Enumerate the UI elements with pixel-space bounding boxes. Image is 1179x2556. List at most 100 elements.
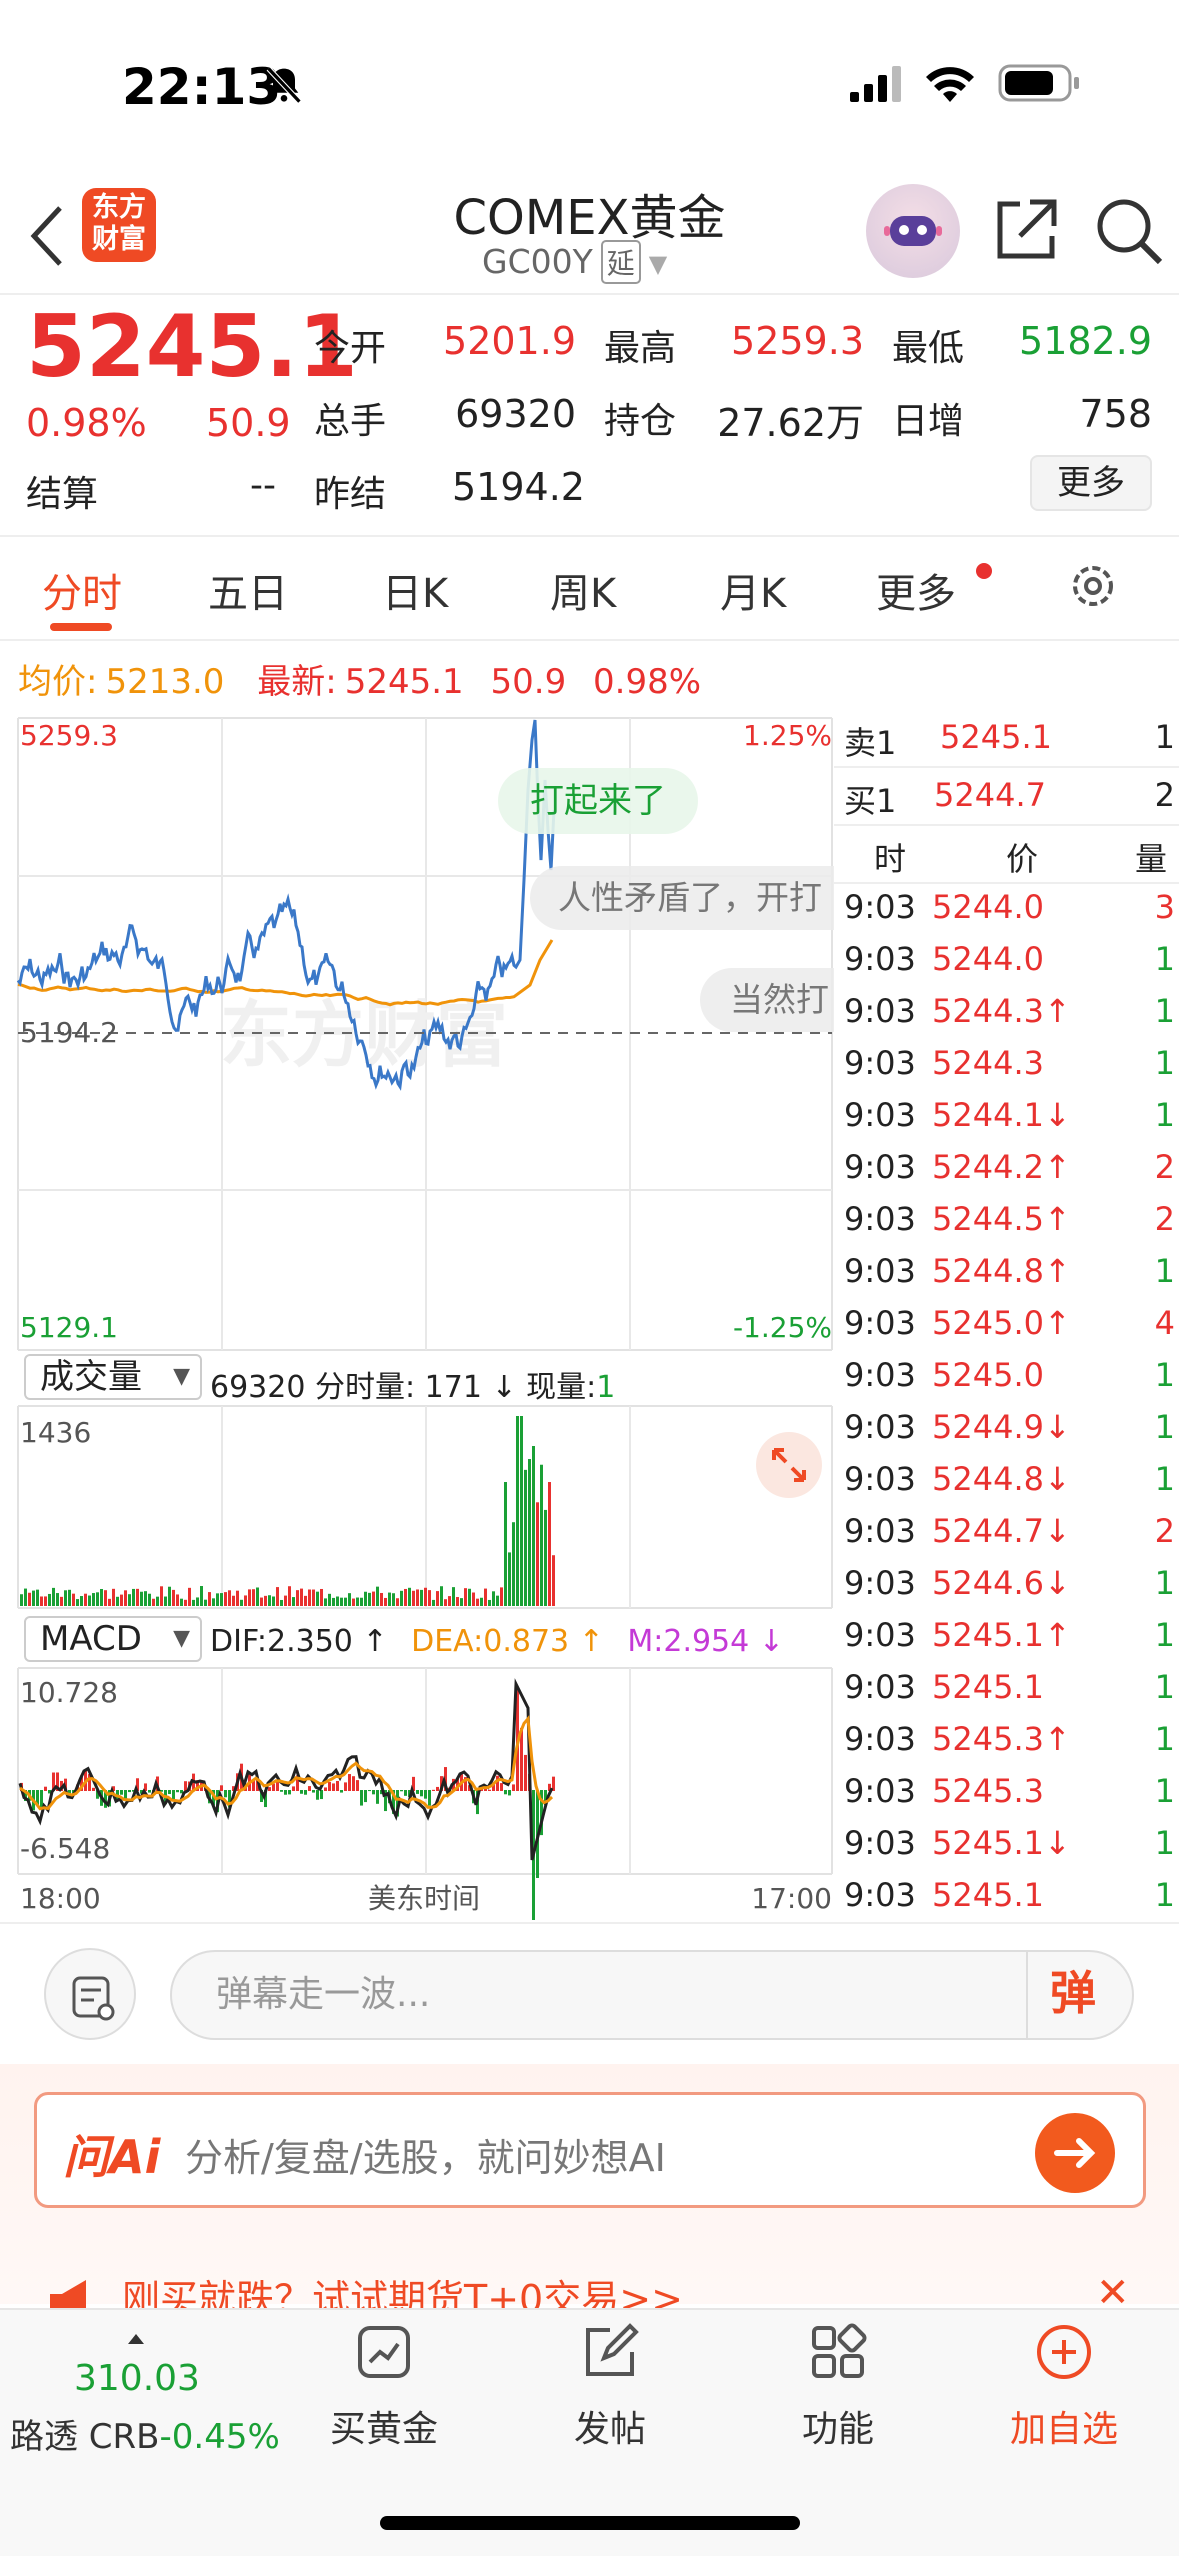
trade-row: 9:03 5244.8↑ 1 xyxy=(834,1252,1179,1304)
volume-bar xyxy=(300,1588,303,1606)
danmu-settings-button[interactable] xyxy=(44,1948,136,2040)
share-icon[interactable] xyxy=(990,194,1062,266)
macd-bar xyxy=(432,1789,435,1791)
macd-bar xyxy=(92,1787,95,1791)
macd-bar xyxy=(292,1786,295,1791)
trade-price: 5244.6↓ xyxy=(932,1564,1071,1602)
volume-bar xyxy=(368,1592,371,1606)
tab-monthly-k[interactable]: 月K xyxy=(720,561,786,619)
tab-add-watchlist[interactable]: 加自选 xyxy=(984,2322,1144,2452)
volume-bar xyxy=(148,1593,151,1606)
macd-bar xyxy=(304,1790,307,1795)
search-icon[interactable] xyxy=(1092,194,1164,266)
volume-bar xyxy=(552,1555,555,1606)
volume-bar xyxy=(544,1509,547,1606)
tab-weekly-k[interactable]: 周K xyxy=(550,561,616,619)
macd-bar xyxy=(308,1786,311,1791)
macd-bar xyxy=(272,1783,275,1791)
volume-bar xyxy=(228,1590,231,1606)
trade-time: 9:03 xyxy=(844,1096,916,1134)
macd-dea: DEA:0.873 ↑ xyxy=(411,1624,604,1659)
volume-bar xyxy=(352,1598,355,1606)
arrow-right-icon xyxy=(1054,2138,1096,2168)
settle-value: -- xyxy=(250,465,276,506)
cellular-signal-icon xyxy=(850,66,901,102)
volume-bar xyxy=(220,1593,223,1606)
macd-indicator-select[interactable]: MACD ▼ xyxy=(24,1616,202,1662)
danmu-input[interactable]: 弹幕走一波... xyxy=(170,1950,1134,2040)
macd-bar xyxy=(300,1790,303,1794)
contract-selector[interactable]: GC00Y 延 ▼ xyxy=(482,240,667,284)
volume-bar xyxy=(384,1597,387,1606)
trade-qty: 2 xyxy=(1154,1148,1175,1186)
volume-indicator-select[interactable]: 成交量 ▼ xyxy=(24,1354,202,1400)
macd-bar xyxy=(416,1790,419,1794)
macd-info: DIF:2.350 ↑ DEA:0.873 ↑ M:2.954 ↓ xyxy=(210,1624,784,1659)
caret-up-icon xyxy=(128,2334,144,2344)
volume-bar xyxy=(504,1482,507,1606)
trade-qty: 1 xyxy=(1154,1668,1175,1706)
volume-bar xyxy=(172,1589,175,1606)
ai-assistant-avatar[interactable] xyxy=(866,184,960,278)
volume-info: 69320 分时量: 171 ↓ 现量:1 xyxy=(210,1362,615,1406)
volume-bar xyxy=(480,1597,483,1606)
trade-price: 5245.0 xyxy=(932,1356,1044,1394)
daily-increase-label: 日增 xyxy=(892,401,965,442)
trade-price: 5244.0 xyxy=(932,940,1044,978)
tab-intraday[interactable]: 分时 xyxy=(42,561,122,619)
trade-price: 5244.8↑ xyxy=(932,1252,1071,1290)
volume-bar xyxy=(216,1593,219,1606)
macd-bar xyxy=(324,1787,327,1791)
macd-bar xyxy=(504,1790,507,1795)
tab-five-day[interactable]: 五日 xyxy=(208,561,288,619)
macd-bar xyxy=(284,1790,287,1795)
volume-bar xyxy=(348,1593,351,1606)
volume-bar xyxy=(536,1502,539,1606)
tab-buy-gold[interactable]: 买黄金 xyxy=(304,2322,464,2452)
crb-index-ticker[interactable]: 310.03 路透 CRB-0.45% xyxy=(10,2334,290,2458)
tab-functions-label: 功能 xyxy=(801,2409,874,2450)
ai-search-bar[interactable]: 问Ai 分析/复盘/选股，就问妙想AI xyxy=(34,2092,1146,2208)
trade-price: 5244.5↑ xyxy=(932,1200,1071,1238)
ai-placeholder: 分析/复盘/选股，就问妙想AI xyxy=(185,2136,666,2180)
status-bar: 22:13 xyxy=(0,0,1179,170)
macd-bar xyxy=(320,1790,323,1800)
volume-bar xyxy=(392,1593,395,1606)
macd-bar xyxy=(224,1790,227,1798)
volume-bar xyxy=(188,1587,191,1606)
volume-bar xyxy=(52,1587,55,1606)
trade-price: 5245.1↑ xyxy=(932,1616,1071,1654)
macd-bar xyxy=(120,1790,123,1795)
tab-daily-k[interactable]: 日K xyxy=(382,561,448,619)
volume-bar xyxy=(528,1459,531,1606)
trade-row: 9:03 5244.7↓ 2 xyxy=(834,1512,1179,1564)
tab-functions[interactable]: 功能 xyxy=(758,2322,918,2452)
settle-label: 结算 xyxy=(26,474,99,515)
send-danmu-button[interactable]: 弹 xyxy=(1026,1950,1134,2040)
trade-price: 5245.1 xyxy=(932,1668,1044,1706)
gear-icon[interactable] xyxy=(1066,559,1120,613)
macd-bar xyxy=(184,1781,187,1791)
trade-price: 5245.1↓ xyxy=(932,1824,1071,1862)
volume-bar xyxy=(280,1599,283,1606)
nav-header: 东方财富 COMEX黄金 GC00Y 延 ▼ xyxy=(0,170,1179,295)
macd-bar xyxy=(352,1776,355,1791)
ai-go-button[interactable] xyxy=(1035,2113,1115,2193)
macd-bar xyxy=(376,1790,379,1804)
volume-bar xyxy=(492,1591,495,1606)
trades-header: 时 价 量 xyxy=(834,834,1179,884)
dropdown-caret-icon: ▼ xyxy=(173,1626,190,1651)
volume-bar xyxy=(532,1446,535,1606)
open-label: 今开 xyxy=(314,328,387,369)
trade-time: 9:03 xyxy=(844,888,916,926)
expand-chart-button[interactable] xyxy=(756,1432,822,1498)
tab-more[interactable]: 更多 xyxy=(876,561,956,619)
trade-qty: 1 xyxy=(1154,1044,1175,1082)
crb-pct: -0.45% xyxy=(159,2417,280,2457)
volume-bar xyxy=(432,1599,435,1606)
more-quote-button[interactable]: 更多 xyxy=(1030,455,1152,511)
tab-post[interactable]: 发帖 xyxy=(530,2322,690,2452)
volume-bar xyxy=(204,1599,207,1606)
dropdown-caret-icon: ▼ xyxy=(648,249,668,278)
macd-indicator-label: MACD xyxy=(40,1619,142,1659)
